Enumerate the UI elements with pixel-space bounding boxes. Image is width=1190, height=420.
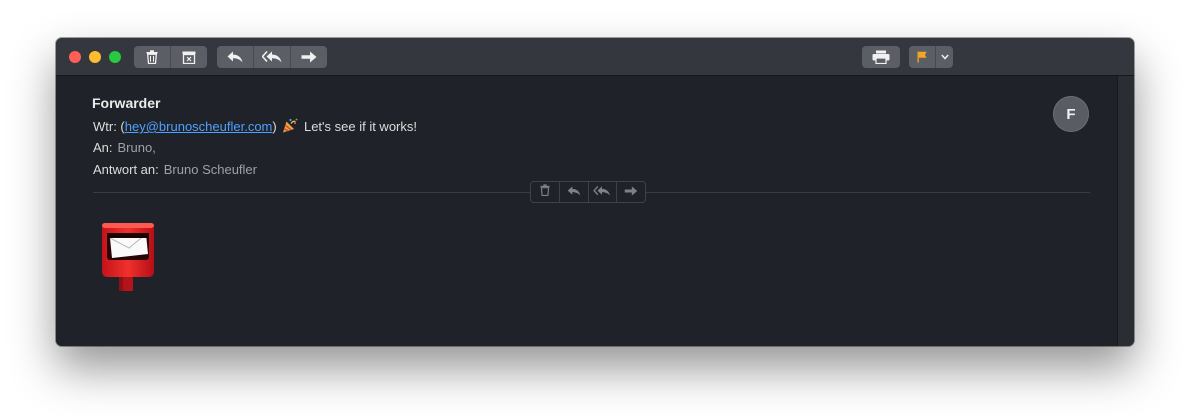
subject-line: Wtr: (hey@brunoscheufler.com) Let's see … (93, 118, 417, 136)
archive-button[interactable] (171, 46, 207, 68)
flag-group (909, 46, 953, 68)
reply-icon (567, 183, 581, 201)
forward-button[interactable] (291, 46, 327, 68)
reply-icon (227, 51, 243, 63)
subject-email-link[interactable]: hey@brunoscheufler.com (125, 119, 273, 134)
flag-button[interactable] (909, 46, 937, 68)
message-forward-button[interactable] (617, 182, 645, 202)
reply-to-label: Antwort an: (93, 162, 159, 177)
title-bar (56, 38, 1134, 76)
delete-button[interactable] (134, 46, 171, 68)
mail-window: Forwarder Wtr: (hey@brunoscheufler.com) … (56, 38, 1134, 346)
chevron-down-icon (940, 54, 949, 60)
forward-icon (624, 183, 638, 201)
trash-icon (146, 50, 158, 64)
message-reply-all-button[interactable] (589, 182, 618, 202)
message-reply-button[interactable] (560, 182, 589, 202)
forward-icon (301, 51, 317, 63)
reply-all-icon (593, 183, 611, 201)
sender-avatar[interactable]: F (1053, 96, 1089, 132)
reply-all-button[interactable] (254, 46, 291, 68)
print-group (862, 46, 900, 68)
print-button[interactable] (862, 46, 900, 68)
trash-icon (540, 183, 550, 201)
subject-close: ) (272, 119, 277, 134)
party-popper-icon (282, 118, 298, 136)
archive-icon (182, 51, 196, 64)
minimize-window-button[interactable] (89, 51, 101, 63)
subject-prefix: Wtr: ( (93, 119, 125, 134)
to-recipient[interactable]: Bruno, (118, 140, 156, 155)
flag-menu-button[interactable] (936, 46, 953, 68)
message-view: Forwarder Wtr: (hey@brunoscheufler.com) … (56, 76, 1118, 346)
printer-icon (872, 50, 890, 64)
delete-archive-group (134, 46, 207, 68)
reply-forward-group (217, 46, 327, 68)
message-delete-button[interactable] (531, 182, 560, 202)
subject-text: Let's see if it works! (303, 119, 417, 134)
flag-icon (917, 51, 927, 63)
to-row: An: Bruno, (93, 140, 156, 155)
message-action-bar (530, 181, 646, 203)
close-window-button[interactable] (69, 51, 81, 63)
sender-name: Forwarder (92, 95, 161, 111)
postbox-icon (100, 221, 156, 298)
reply-button[interactable] (217, 46, 254, 68)
zoom-window-button[interactable] (109, 51, 121, 63)
reply-to-row: Antwort an: Bruno Scheufler (93, 162, 257, 177)
reply-all-icon (262, 51, 282, 63)
scrollbar[interactable] (1117, 76, 1134, 346)
to-label: An: (93, 140, 113, 155)
reply-to-value[interactable]: Bruno Scheufler (164, 162, 257, 177)
